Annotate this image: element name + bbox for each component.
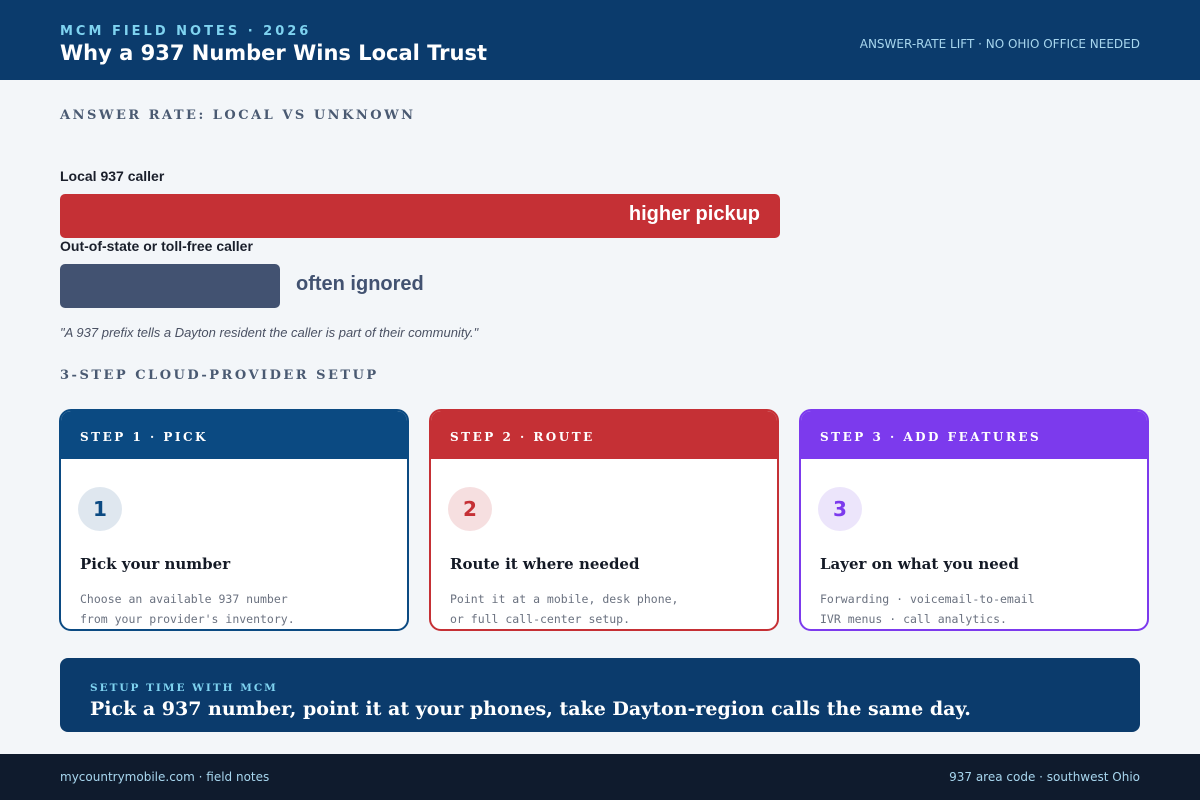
local-caller-bar-text: higher pickup: [628, 203, 760, 225]
setup-time-banner: SETUP TIME WITH MCM Pick a 937 number, p…: [60, 658, 1140, 732]
step-card-features: STEP 3 · ADD FEATURES 3 Layer on what yo…: [799, 409, 1149, 631]
step-number-badge: 2: [448, 487, 492, 531]
local-caller-label: Local 937 caller: [60, 168, 165, 184]
step-card-title: Layer on what you need: [820, 555, 1019, 573]
banner-label: SETUP TIME WITH MCM: [90, 682, 278, 694]
step-card-line: from your provider's inventory.: [80, 612, 295, 626]
page-footer: mycountrymobile.com · field notes 937 ar…: [0, 754, 1200, 800]
unknown-caller-label: Out-of-state or toll-free caller: [60, 238, 253, 254]
step-number-badge: 3: [818, 487, 862, 531]
step-card-header: STEP 3 · ADD FEATURES: [801, 411, 1147, 459]
step-card-pick: STEP 1 · PICK 1 Pick your number Choose …: [59, 409, 409, 631]
unknown-caller-bar-text: often ignored: [296, 273, 424, 295]
banner-text: Pick a 937 number, point it at your phon…: [90, 698, 971, 720]
step-card-line: IVR menus · call analytics.: [820, 612, 1007, 626]
answer-rate-heading: ANSWER RATE: LOCAL VS UNKNOWN: [60, 108, 416, 123]
step-card-description: Choose an available 937 number from your…: [80, 589, 295, 629]
header-tagline: ANSWER-RATE LIFT · NO OHIO OFFICE NEEDED: [859, 37, 1140, 51]
step-number-badge: 1: [78, 487, 122, 531]
step-card-description: Point it at a mobile, desk phone, or ful…: [450, 589, 678, 629]
step-card-line: Point it at a mobile, desk phone,: [450, 592, 679, 606]
step-card-description: Forwarding · voicemail-to-email IVR menu…: [820, 589, 1035, 629]
local-caller-bar: higher pickup: [60, 194, 780, 238]
step-card-title: Route it where needed: [450, 555, 640, 573]
page-header: MCM FIELD NOTES · 2026 Why a 937 Number …: [0, 0, 1200, 80]
page-title: Why a 937 Number Wins Local Trust: [60, 41, 488, 65]
setup-heading: 3-STEP CLOUD-PROVIDER SETUP: [60, 368, 379, 383]
community-quote: "A 937 prefix tells a Dayton resident th…: [60, 325, 479, 340]
step-card-route: STEP 2 · ROUTE 2 Route it where needed P…: [429, 409, 779, 631]
step-card-line: or full call-center setup.: [450, 612, 631, 626]
footer-region: 937 area code · southwest Ohio: [949, 770, 1140, 784]
step-card-header: STEP 1 · PICK: [61, 411, 407, 459]
header-eyebrow: MCM FIELD NOTES · 2026: [60, 24, 312, 39]
step-card-line: Forwarding · voicemail-to-email: [820, 592, 1035, 606]
unknown-caller-bar: [60, 264, 280, 308]
step-card-title: Pick your number: [80, 555, 231, 573]
step-card-header: STEP 2 · ROUTE: [431, 411, 777, 459]
step-card-line: Choose an available 937 number: [80, 592, 288, 606]
footer-site: mycountrymobile.com · field notes: [60, 770, 270, 784]
